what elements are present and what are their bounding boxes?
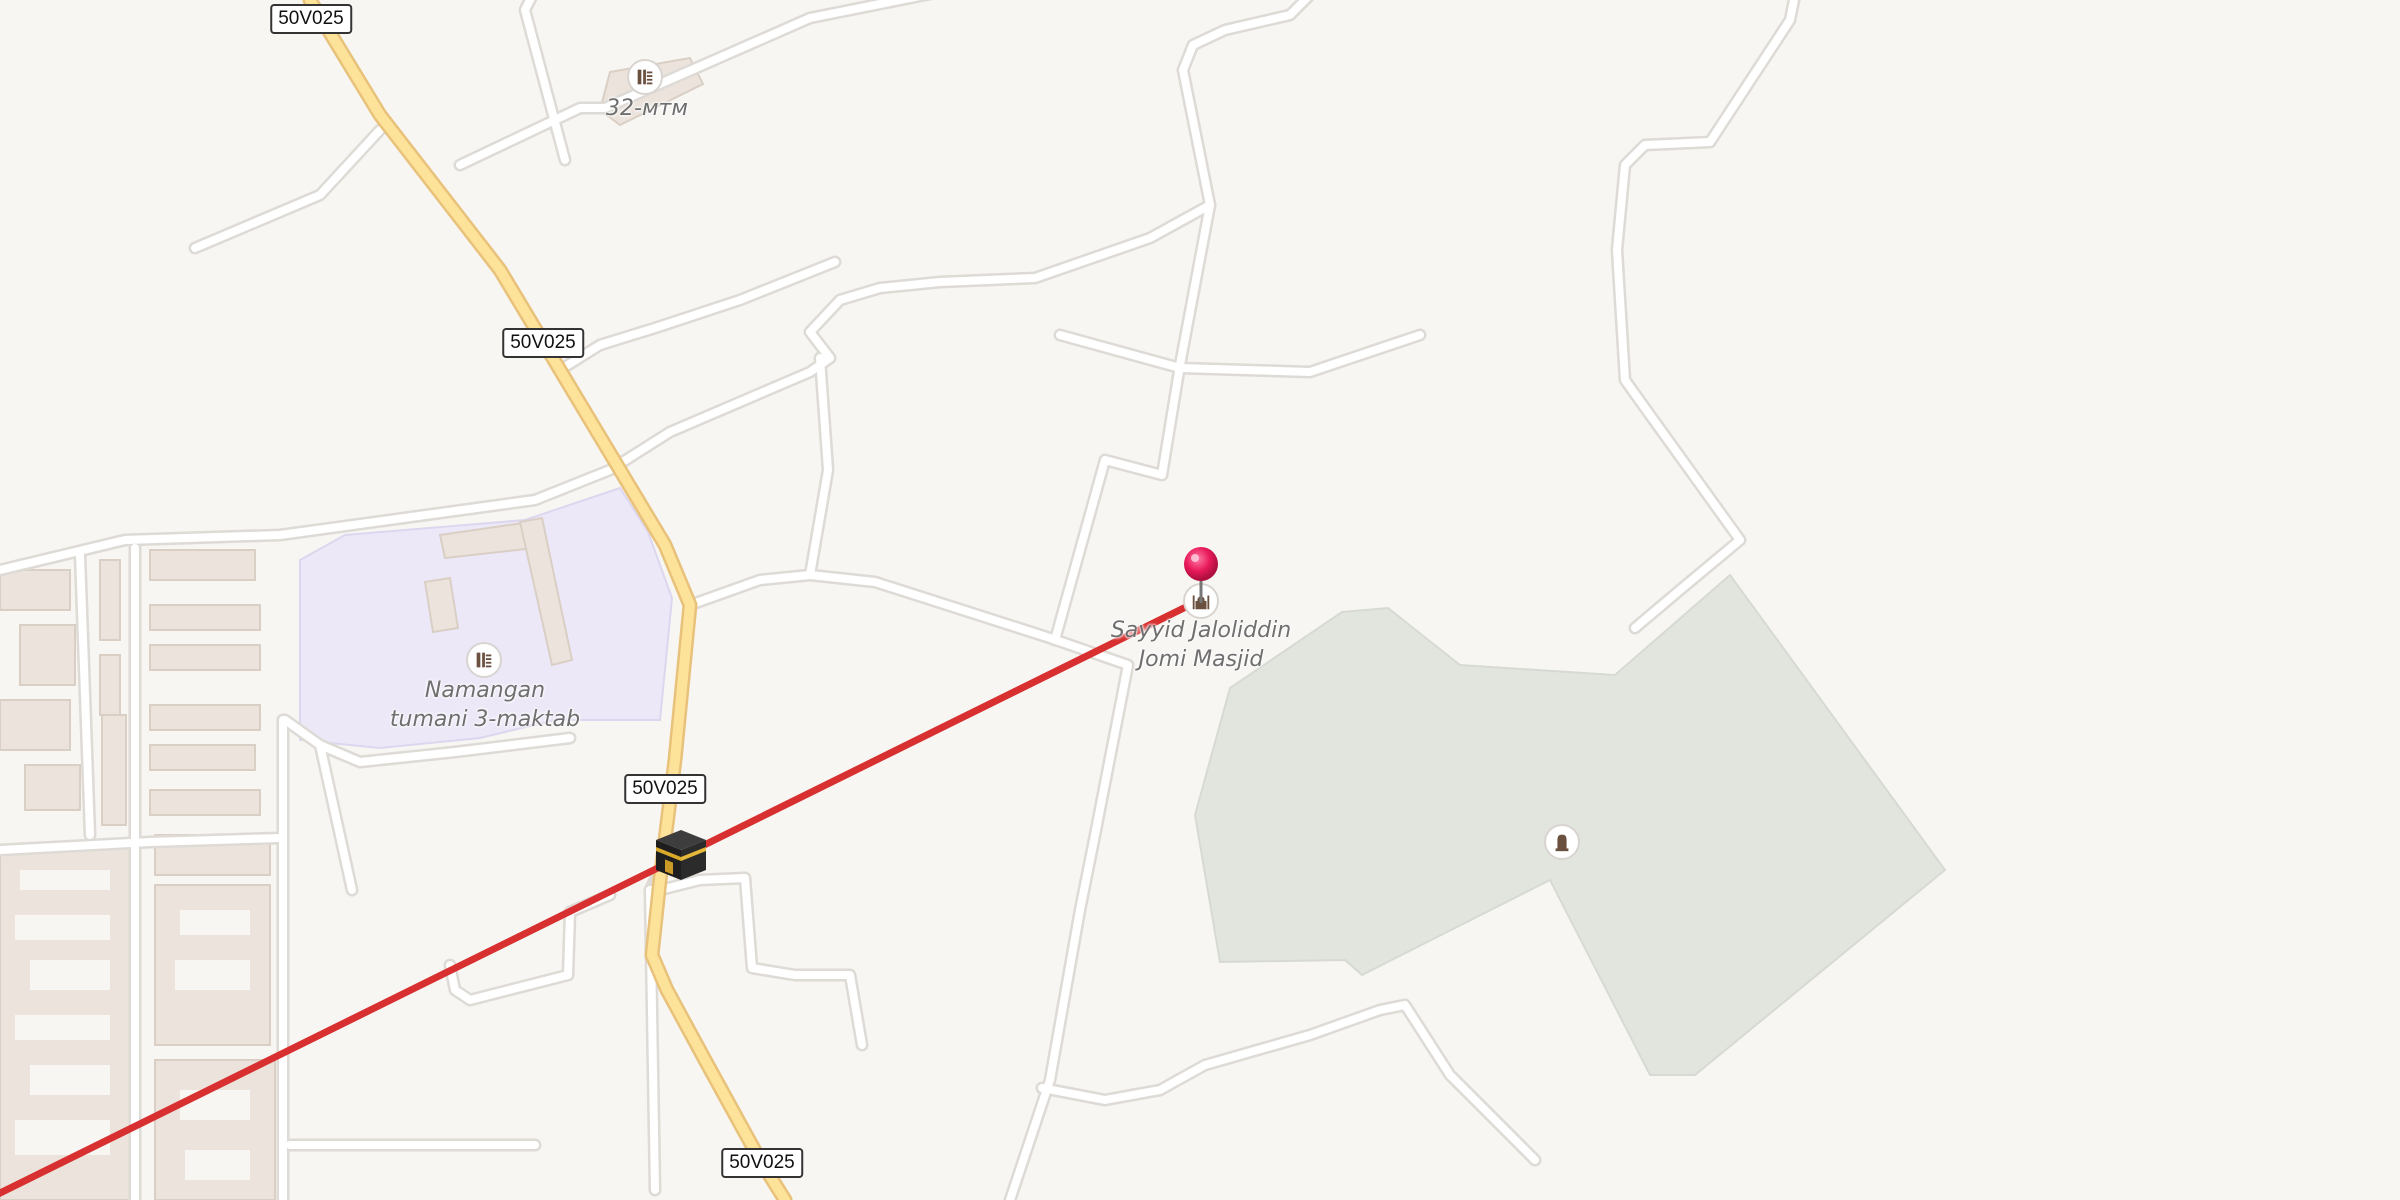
route-shield: 50V025: [502, 328, 584, 358]
cemetery-icon[interactable]: [1544, 824, 1580, 860]
mosque-label[interactable]: Sayyid Jaloliddin Jomi Masjid: [1111, 616, 1291, 674]
mosque-label-line1: Sayyid Jaloliddin: [1110, 618, 1292, 643]
school-icon[interactable]: [466, 642, 502, 678]
kaaba-icon[interactable]: [652, 826, 710, 882]
route-shield: 50V025: [721, 1148, 803, 1178]
location-pin-icon[interactable]: [1182, 545, 1220, 605]
route-shield: 50V025: [270, 4, 352, 34]
school-icon[interactable]: [627, 59, 663, 95]
school-3-label-line2: tumani 3-maktab: [389, 707, 581, 732]
route-shield: 50V025: [624, 774, 706, 804]
school-32-label[interactable]: 32-мтм: [606, 94, 688, 123]
mosque-label-line2: Jomi Masjid: [1138, 647, 1264, 672]
school-3-label[interactable]: Namangan tumani 3-maktab: [390, 676, 580, 734]
school-3-label-line1: Namangan: [424, 678, 546, 703]
